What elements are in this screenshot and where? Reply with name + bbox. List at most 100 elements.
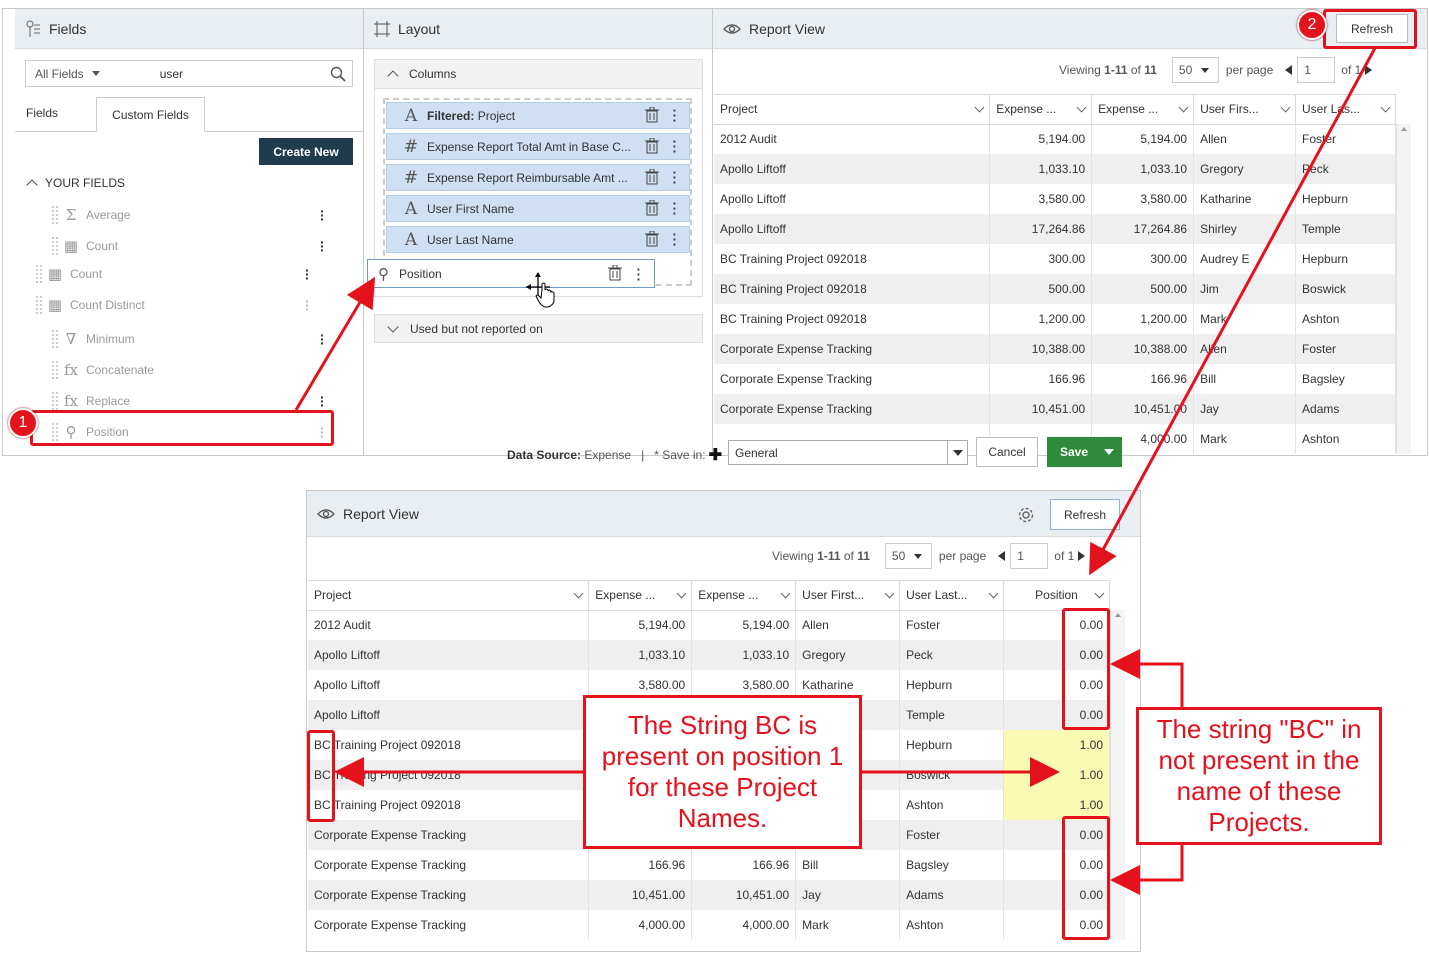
chevron-down-icon[interactable] bbox=[1076, 102, 1087, 113]
refresh-button[interactable]: Refresh bbox=[1050, 499, 1120, 530]
chevron-down-icon[interactable] bbox=[952, 449, 963, 456]
table-row[interactable]: Corporate Expense Tracking 10,451.00 10,45… bbox=[714, 394, 1396, 424]
kebab-menu-icon[interactable]: · · · bbox=[320, 235, 325, 257]
tab-fields[interactable]: Fields bbox=[26, 106, 58, 120]
save-in-select[interactable]: General bbox=[728, 440, 968, 465]
kebab-menu-icon[interactable]: · · · bbox=[320, 390, 325, 412]
table-row[interactable]: Corporate Expense Tracking 166.96 166.96 Bi… bbox=[714, 364, 1396, 394]
table-row[interactable]: Corporate Expense Tracking 10,451.00 10,45… bbox=[308, 880, 1110, 910]
kebab-menu-icon[interactable]: · · · bbox=[673, 228, 677, 251]
chevron-down-icon[interactable] bbox=[1380, 102, 1391, 113]
table-row[interactable]: Apollo Liftoff 1,033.10 1,033.10 Gregory Pec… bbox=[714, 154, 1396, 184]
column-chip[interactable]: A User Last Name · · · bbox=[386, 226, 690, 253]
gear-icon[interactable] bbox=[1017, 506, 1035, 524]
tab-custom-fields[interactable]: Custom Fields bbox=[96, 97, 205, 132]
trash-icon[interactable] bbox=[645, 230, 659, 250]
chevron-down-icon[interactable] bbox=[1178, 102, 1189, 113]
per-page-select[interactable]: 50 bbox=[1171, 57, 1219, 83]
table-cell: Mark bbox=[1193, 424, 1297, 454]
chevron-down-icon[interactable] bbox=[1104, 449, 1115, 455]
column-header[interactable]: Project bbox=[714, 95, 991, 125]
column-header[interactable]: Position bbox=[1003, 581, 1110, 611]
per-page-select[interactable]: 50 bbox=[884, 543, 932, 569]
field-item-average[interactable]: Σ Average bbox=[52, 202, 130, 228]
chevron-down-icon[interactable] bbox=[91, 71, 100, 76]
vertical-scrollbar[interactable] bbox=[1110, 610, 1125, 940]
chevron-up-icon[interactable] bbox=[26, 179, 38, 191]
unused-section[interactable]: Used but not reported on bbox=[374, 314, 703, 343]
table-row[interactable]: 2012 Audit 5,194.00 5,194.00 Allen Foster bbox=[714, 124, 1396, 154]
field-search-input[interactable]: user bbox=[160, 67, 183, 81]
chevron-down-icon[interactable] bbox=[884, 588, 895, 599]
column-chip[interactable]: # Expense Report Reimbursable Amt ... · ·… bbox=[386, 164, 690, 191]
kebab-menu-icon[interactable]: · · · bbox=[673, 104, 677, 127]
column-header[interactable]: Project bbox=[308, 581, 590, 611]
table-row[interactable]: Apollo Liftoff 1,033.10 1,033.10 Gregory Pec… bbox=[308, 640, 1110, 670]
table-row[interactable]: BC Training Project 092018 500.00 500.00 Ji… bbox=[714, 274, 1396, 304]
chevron-down-icon[interactable] bbox=[676, 588, 687, 599]
chevron-down-icon[interactable] bbox=[974, 102, 985, 113]
prev-page-icon[interactable] bbox=[1285, 65, 1293, 75]
table-row[interactable]: Corporate Expense Tracking 10,388.00 10,38… bbox=[714, 334, 1396, 364]
column-chip[interactable]: # Expense Report Total Amt in Base C... … bbox=[386, 133, 690, 160]
plus-icon[interactable]: ✚ bbox=[709, 445, 722, 465]
trash-icon[interactable] bbox=[608, 264, 622, 284]
section-title: YOUR FIELDS bbox=[45, 176, 126, 190]
chevron-down-icon[interactable] bbox=[1280, 102, 1291, 113]
table-row[interactable]: Apollo Liftoff 17,264.86 17,264.86 Shirley T… bbox=[714, 214, 1396, 244]
column-header[interactable]: Expense ... bbox=[1091, 95, 1195, 125]
table-row[interactable]: BC Training Project 092018 300.00 300.00 Au… bbox=[714, 244, 1396, 274]
table-row[interactable]: 2012 Audit 5,194.00 5,194.00 Allen Foster 0.0… bbox=[308, 610, 1110, 640]
kebab-menu-icon[interactable]: · · · bbox=[320, 204, 325, 226]
field-item-count-distinct[interactable]: ▦ Count Distinct bbox=[36, 292, 145, 318]
chevron-down-icon[interactable] bbox=[1094, 588, 1105, 599]
columns-section[interactable]: Columns bbox=[374, 59, 703, 89]
column-header[interactable]: Expense ... bbox=[588, 581, 693, 611]
column-chip[interactable]: A Filtered: Project · · · bbox=[386, 102, 690, 129]
chevron-up-icon[interactable] bbox=[387, 70, 399, 82]
trash-icon[interactable] bbox=[645, 106, 659, 126]
page-input[interactable]: 1 bbox=[1297, 57, 1336, 83]
cancel-button[interactable]: Cancel bbox=[976, 437, 1038, 467]
create-new-button[interactable]: Create New bbox=[259, 138, 353, 165]
table-row[interactable]: Corporate Expense Tracking 4,000.00 4,000.… bbox=[308, 910, 1110, 940]
your-fields-section[interactable]: YOUR FIELDS bbox=[26, 176, 126, 191]
column-header[interactable]: User Last... bbox=[899, 581, 1005, 611]
column-header[interactable]: User Las... bbox=[1295, 95, 1396, 125]
prev-page-icon[interactable] bbox=[998, 551, 1006, 561]
dragging-position-item[interactable]: ⚲ Position · · · bbox=[367, 259, 655, 288]
kebab-menu-icon[interactable]: · · · bbox=[673, 166, 677, 189]
kebab-menu-icon[interactable]: · · · bbox=[673, 135, 677, 158]
kebab-menu-icon[interactable]: · · · bbox=[673, 197, 677, 220]
field-item-concatenate[interactable]: fx Concatenate bbox=[52, 357, 154, 383]
vertical-scrollbar[interactable] bbox=[1396, 124, 1411, 454]
trash-icon[interactable] bbox=[645, 199, 659, 219]
table-row[interactable]: Corporate Expense Tracking 166.96 166.96 Bi… bbox=[308, 850, 1110, 880]
column-header[interactable]: Expense ... bbox=[691, 581, 797, 611]
search-icon[interactable] bbox=[330, 66, 346, 82]
trash-icon[interactable] bbox=[645, 168, 659, 188]
chevron-down-icon[interactable] bbox=[573, 588, 584, 599]
save-button[interactable]: Save bbox=[1047, 437, 1122, 467]
next-page-icon[interactable] bbox=[1078, 551, 1086, 561]
trash-icon[interactable] bbox=[645, 137, 659, 157]
table-row[interactable]: BC Training Project 092018 1,200.00 1,200.… bbox=[714, 304, 1396, 334]
field-item-minimum[interactable]: ∇ Minimum bbox=[52, 326, 135, 352]
kebab-menu-icon[interactable]: · · · bbox=[320, 328, 325, 350]
kebab-menu-icon[interactable]: · · · bbox=[637, 263, 641, 286]
column-header[interactable]: User Firs... bbox=[1193, 95, 1297, 125]
chevron-down-icon[interactable] bbox=[780, 588, 791, 599]
field-filter-select[interactable]: All Fields bbox=[35, 67, 84, 81]
field-item-count[interactable]: ▦ Count bbox=[52, 233, 118, 259]
column-chip[interactable]: A User First Name · · · bbox=[386, 195, 690, 222]
column-header[interactable]: Expense ... bbox=[989, 95, 1093, 125]
kebab-menu-icon[interactable]: · · · bbox=[305, 263, 310, 285]
column-header[interactable]: User First... bbox=[795, 581, 901, 611]
field-item-count-2[interactable]: ▦ Count bbox=[36, 261, 102, 287]
chevron-down-icon[interactable] bbox=[387, 321, 399, 333]
kebab-menu-icon[interactable]: · · · bbox=[305, 294, 310, 316]
next-page-icon[interactable] bbox=[1365, 65, 1373, 75]
table-row[interactable]: Apollo Liftoff 3,580.00 3,580.00 Katharine H… bbox=[714, 184, 1396, 214]
page-input[interactable]: 1 bbox=[1010, 543, 1049, 569]
chevron-down-icon[interactable] bbox=[988, 588, 999, 599]
